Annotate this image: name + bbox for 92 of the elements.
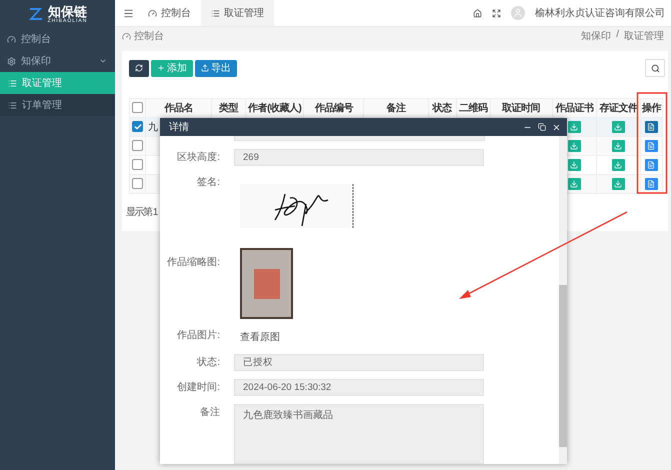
sidebar-item[interactable]: 取证管理 bbox=[0, 72, 115, 94]
pagination-info: 显示第 1 bbox=[126, 206, 157, 219]
column-header: 作品证书 bbox=[552, 98, 596, 118]
download-icon bbox=[614, 161, 622, 169]
column-header: 备注 bbox=[364, 98, 428, 118]
user-icon bbox=[513, 8, 523, 18]
list-icon bbox=[211, 8, 220, 18]
fullscreen-icon[interactable] bbox=[492, 8, 501, 18]
list-icon bbox=[8, 78, 17, 88]
scrollbar[interactable] bbox=[559, 136, 567, 464]
column-header: 作者(收藏人) bbox=[246, 98, 304, 118]
sidebar-item[interactable]: 控制台 bbox=[0, 28, 115, 50]
add-button[interactable]: 添加 bbox=[151, 60, 193, 76]
refresh-button[interactable] bbox=[129, 60, 149, 76]
field-label: 状态: bbox=[196, 356, 220, 370]
search-button[interactable] bbox=[645, 59, 665, 77]
download-button[interactable] bbox=[612, 159, 625, 171]
chevron-icon bbox=[99, 57, 107, 65]
dashboard-icon bbox=[148, 8, 157, 18]
user-name[interactable]: 榆林利永贞认证咨询有限公司 bbox=[535, 6, 665, 20]
document-icon bbox=[647, 142, 656, 150]
home-icon[interactable] bbox=[473, 8, 482, 18]
list-icon bbox=[8, 100, 17, 110]
download-icon bbox=[570, 180, 578, 188]
upload-icon bbox=[201, 64, 209, 72]
field-label: 创建时间: bbox=[176, 380, 220, 395]
checkbox[interactable] bbox=[132, 159, 143, 170]
input-field[interactable] bbox=[234, 136, 485, 141]
column-header: 操作 bbox=[640, 98, 662, 118]
table-cell: 九 bbox=[148, 122, 158, 133]
download-button[interactable] bbox=[612, 121, 625, 133]
detail-button[interactable] bbox=[644, 178, 658, 190]
detail-button[interactable] bbox=[644, 140, 658, 152]
column-header: 二维码 bbox=[456, 98, 490, 118]
refresh-icon bbox=[135, 64, 143, 72]
restore-icon[interactable] bbox=[538, 123, 546, 131]
breadcrumb-item[interactable]: 知保印 bbox=[581, 29, 612, 43]
download-icon bbox=[614, 123, 622, 131]
field-label: 作品缩略图: bbox=[166, 256, 220, 270]
checkbox[interactable] bbox=[132, 102, 143, 114]
field-label: 区块高度: bbox=[176, 150, 220, 165]
detail-button[interactable] bbox=[644, 121, 658, 133]
document-icon bbox=[647, 180, 656, 188]
sidebar-item[interactable]: 知保印 bbox=[0, 50, 115, 72]
breadcrumb-current: 控制台 bbox=[134, 30, 164, 43]
column-header: 作品名 bbox=[146, 98, 212, 118]
detail-button[interactable] bbox=[644, 159, 658, 171]
document-icon bbox=[647, 123, 656, 131]
page-tab[interactable]: 取证管理 bbox=[201, 0, 274, 26]
dashboard-icon bbox=[7, 34, 16, 44]
field-label: 签名: bbox=[196, 176, 220, 190]
breadcrumb-item[interactable]: 取证管理 bbox=[624, 29, 664, 43]
download-icon bbox=[614, 142, 622, 150]
input-field[interactable]: 已授权 bbox=[234, 354, 484, 371]
download-button[interactable] bbox=[612, 140, 625, 152]
search-icon bbox=[650, 64, 660, 72]
view-original-link[interactable]: 查看原图 bbox=[234, 332, 280, 343]
input-field[interactable]: 269 bbox=[234, 149, 484, 166]
download-button[interactable] bbox=[612, 178, 625, 190]
close-icon[interactable] bbox=[552, 122, 561, 132]
breadcrumb-separator: / bbox=[616, 29, 619, 42]
export-button[interactable]: 导出 bbox=[195, 60, 237, 76]
download-icon bbox=[570, 161, 578, 169]
document-icon bbox=[647, 161, 656, 169]
checkbox[interactable] bbox=[132, 140, 143, 152]
download-icon bbox=[570, 142, 578, 150]
column-header: 作品编号 bbox=[304, 98, 364, 118]
plus-icon bbox=[157, 64, 165, 72]
dashboard-icon bbox=[122, 32, 131, 40]
gear-icon bbox=[7, 56, 16, 66]
sidebar-item[interactable]: 订单管理 bbox=[0, 94, 115, 116]
download-button[interactable] bbox=[568, 140, 581, 152]
textarea-field[interactable]: 九色鹿致臻书画藏品 bbox=[234, 404, 484, 464]
column-header: 取证时间 bbox=[490, 98, 552, 118]
checkbox[interactable] bbox=[132, 121, 143, 132]
column-header: 存证文件 bbox=[596, 98, 640, 118]
download-icon bbox=[614, 180, 622, 188]
download-icon bbox=[570, 123, 578, 131]
logo-name: 知保链 bbox=[48, 4, 87, 18]
logo-icon bbox=[28, 6, 44, 22]
field-label: 备注 bbox=[199, 406, 220, 420]
download-button[interactable] bbox=[568, 178, 581, 190]
field-label: 作品图片: bbox=[176, 328, 220, 343]
dialog-title: 详情 bbox=[169, 120, 190, 134]
input-field[interactable]: 2024-06-20 15:30:32 bbox=[234, 379, 484, 396]
download-button[interactable] bbox=[568, 121, 581, 133]
photo-placeholder bbox=[240, 248, 293, 319]
column-header: 类型 bbox=[212, 98, 246, 118]
menu-icon[interactable] bbox=[123, 8, 134, 18]
checkbox[interactable] bbox=[132, 178, 143, 190]
download-button[interactable] bbox=[568, 159, 581, 171]
column-header: 状态 bbox=[428, 98, 456, 118]
